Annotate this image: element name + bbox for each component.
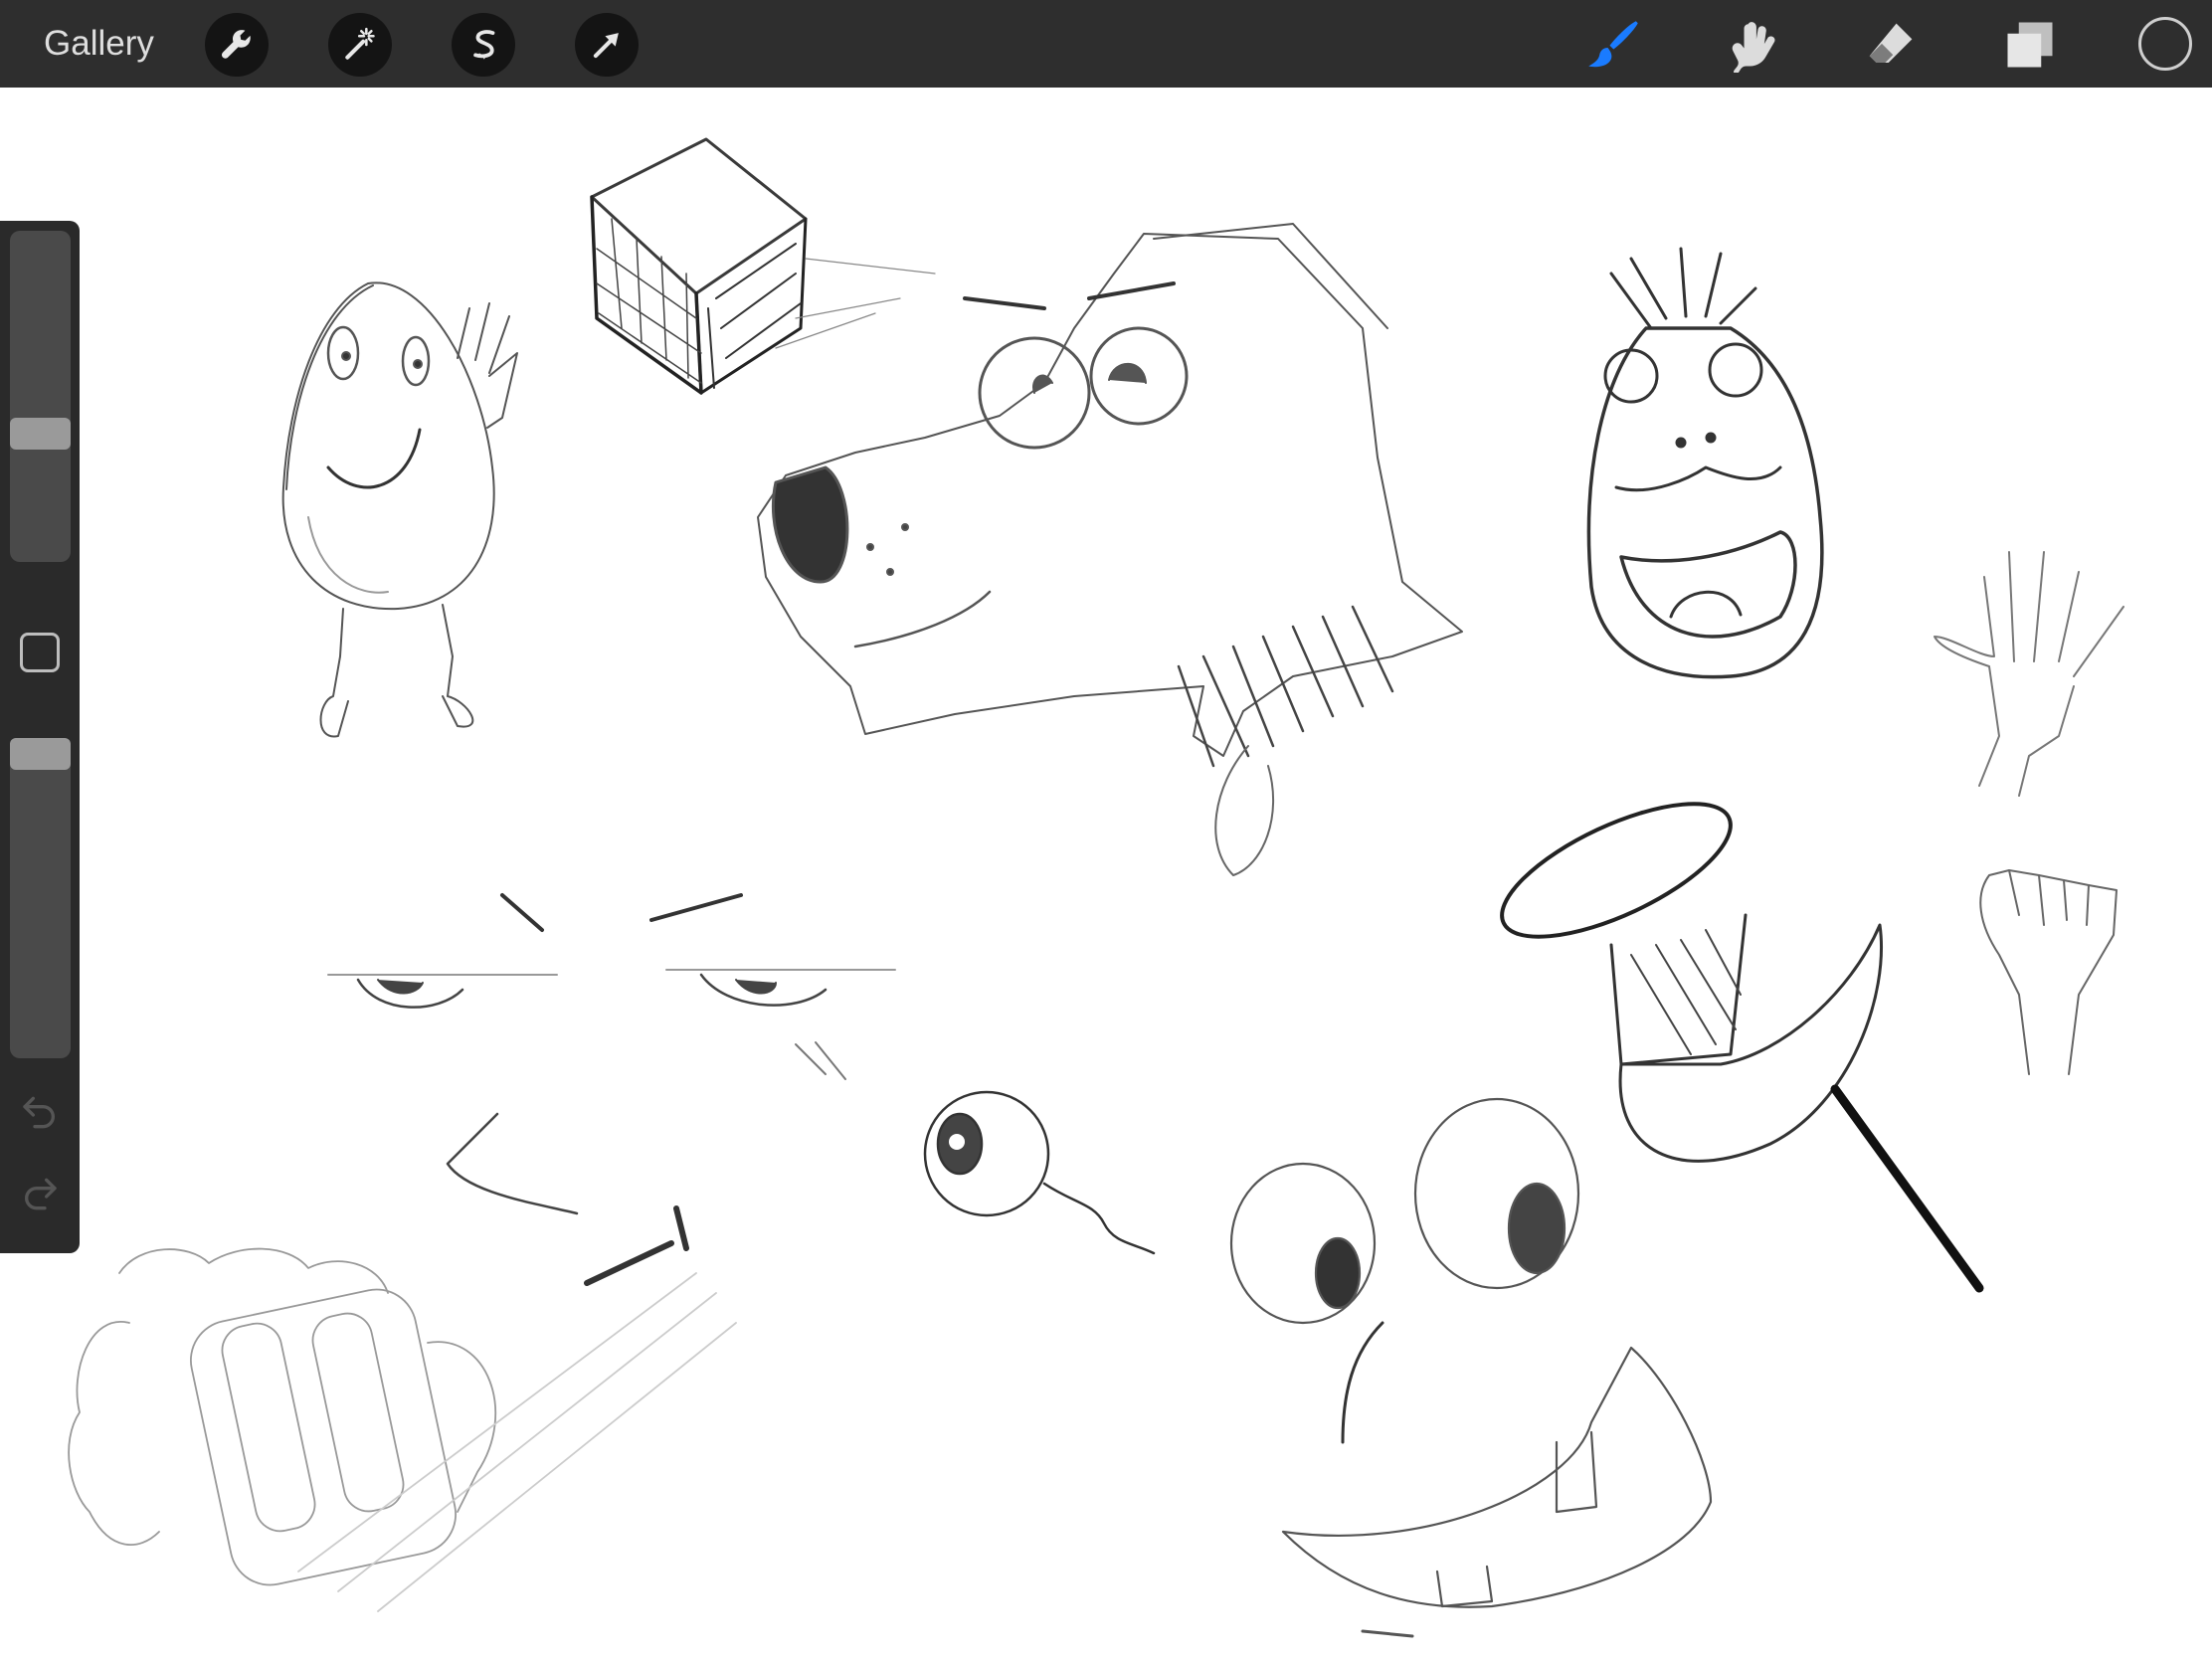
beer-mug-sketch — [68, 1247, 737, 1612]
layers-button[interactable] — [1997, 12, 2063, 78]
brush-icon — [1588, 21, 1638, 68]
layers-icon — [2007, 22, 2053, 68]
top-toolbar: Gallery — [0, 0, 2212, 88]
sleepy-face-sketch — [327, 893, 896, 1286]
eraser-button[interactable] — [1858, 12, 1924, 78]
sketch-artwork — [68, 137, 2124, 1638]
actions-button[interactable] — [205, 13, 269, 77]
brush-opacity-slider[interactable] — [10, 738, 71, 1058]
smudge-button[interactable] — [1719, 12, 1784, 78]
brush-opacity-thumb[interactable] — [10, 738, 71, 770]
eyeball-sketch — [923, 1090, 1156, 1255]
drawing-canvas[interactable] — [0, 88, 2212, 1659]
magic-wand-icon — [345, 27, 375, 60]
open-hand-sketch — [1934, 551, 2124, 797]
transform-arrow-icon — [593, 33, 619, 59]
redo-button[interactable] — [14, 1166, 66, 1217]
brush-sidebar — [0, 221, 80, 1253]
redo-icon — [25, 1178, 57, 1210]
modify-button[interactable] — [20, 633, 60, 672]
fist-sketch — [1979, 869, 2118, 1075]
dog-sketch — [757, 223, 1463, 876]
undo-icon — [23, 1096, 55, 1129]
brush-size-thumb[interactable] — [10, 418, 71, 450]
brush-button[interactable] — [1579, 12, 1645, 78]
cube-sketch — [590, 137, 936, 395]
brush-size-slider[interactable] — [10, 231, 71, 562]
gallery-button[interactable]: Gallery — [44, 22, 154, 66]
undo-button[interactable] — [14, 1084, 66, 1136]
adjustments-button[interactable] — [328, 13, 392, 77]
big-face-sketch — [1229, 1097, 1713, 1638]
smudge-icon — [1732, 22, 1775, 73]
pineapple-face-sketch — [1586, 247, 1824, 679]
selection-button[interactable] — [452, 13, 515, 77]
eraser-icon — [1869, 23, 1913, 63]
transform-button[interactable] — [575, 13, 639, 77]
wrench-icon — [221, 30, 251, 59]
color-picker-button[interactable] — [2138, 17, 2192, 71]
selection-icon — [473, 30, 495, 60]
egg-character-sketch — [281, 281, 518, 738]
